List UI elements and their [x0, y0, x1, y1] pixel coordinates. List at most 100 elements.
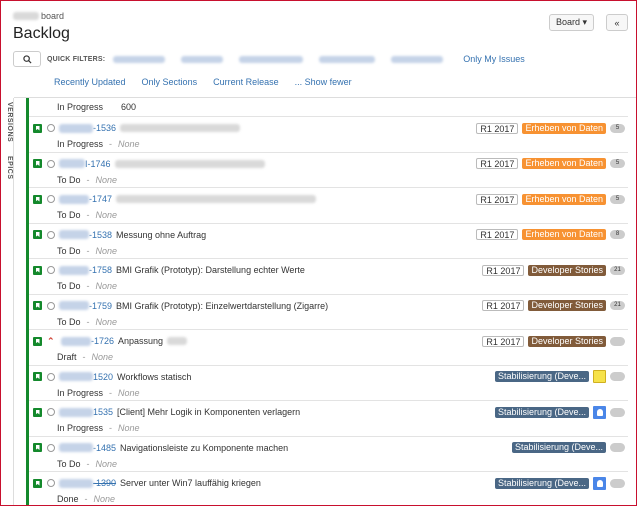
epic-label[interactable]: Developer Stories — [528, 264, 606, 276]
select-radio[interactable] — [47, 124, 55, 132]
issue-key-link[interactable]: -1485 — [59, 443, 116, 453]
issue-row[interactable]: -1747 R1 2017 Erheben von Daten 5 To Do - None — [29, 188, 628, 224]
select-radio[interactable] — [47, 372, 55, 381]
select-radio[interactable] — [47, 195, 55, 203]
story-points-badge — [610, 443, 625, 452]
redacted-summary — [114, 159, 265, 168]
epic-label[interactable]: Stabilisierung (Deve... — [494, 371, 589, 382]
issue-meta: R1 2017 Erheben von Daten 5 — [476, 193, 625, 205]
issue-row[interactable]: -1390 Server unter Win7 lauffähig kriegen… — [29, 472, 628, 505]
epic-label[interactable]: Erheben von Daten — [522, 158, 606, 169]
story-icon — [33, 301, 42, 310]
quick-filter-only-sections[interactable]: Only Sections — [142, 77, 198, 87]
issue-key-link[interactable]: 1535 — [59, 407, 113, 417]
issue-status: Draft — [57, 352, 77, 362]
quick-filter-redacted[interactable] — [319, 55, 376, 63]
issue-key-link[interactable]: -1390 — [59, 478, 116, 488]
issue-status: To Do — [57, 210, 81, 220]
breadcrumb-board[interactable]: board — [41, 11, 64, 21]
epic-label[interactable]: Stabilisierung (Deve... — [511, 442, 606, 453]
tab-versions[interactable]: VERSIONS — [2, 102, 13, 142]
issue-key-number: -1759 — [89, 300, 113, 311]
epic-label[interactable]: Stabilisierung (Deve... — [494, 477, 589, 489]
issue-key-link[interactable]: -1538 — [59, 230, 112, 240]
issue-summary: [Client] Mehr Logik in Komponenten verla… — [117, 407, 301, 417]
issue-assignee: None — [118, 387, 140, 398]
issue-summary: BMI Grafik (Prototyp): Darstellung echte… — [116, 265, 305, 275]
assignee-avatar — [593, 405, 606, 419]
issue-key-link[interactable]: -1747 — [59, 194, 112, 204]
quick-filter-redacted[interactable] — [113, 55, 166, 63]
select-radio[interactable] — [47, 479, 55, 487]
quick-filter-redacted[interactable] — [391, 55, 444, 63]
story-points-badge — [610, 478, 625, 488]
epic-label[interactable]: Erheben von Daten — [522, 193, 606, 205]
epic-label[interactable]: Stabilisierung (Deve... — [494, 406, 589, 418]
fix-version-badge: R1 2017 — [476, 193, 519, 205]
issue-row[interactable]: -1485 Navigationsleiste zu Komponente mac… — [29, 437, 628, 472]
issue-meta: R1 2017 Erheben von Daten 5 — [476, 122, 625, 134]
issue-key-number: I-1746 — [85, 158, 111, 169]
issue-row[interactable]: 1520 Workflows statisch Stabilisierung (De… — [29, 366, 628, 401]
issue-main-line: -1758 BMI Grafik (Prototyp): Darstellung … — [33, 264, 628, 276]
redacted-project-key — [59, 123, 93, 133]
story-icon — [33, 123, 42, 133]
issue-key-link[interactable]: 1520 — [59, 372, 113, 382]
select-radio[interactable] — [47, 266, 55, 274]
issue-summary: Navigationsleiste zu Komponente machen — [120, 442, 289, 453]
epic-label[interactable]: Erheben von Daten — [522, 229, 606, 240]
quick-filter-redacted[interactable] — [239, 55, 304, 63]
issue-row[interactable]: -1536 R1 2017 Erheben von Daten 5 In Progres… — [29, 117, 628, 153]
assignee-avatar — [593, 370, 606, 383]
assignee-avatar — [593, 476, 606, 490]
separator-dash: - — [86, 245, 90, 256]
issue-main-line: -1538 Messung ohne Auftrag R1 2017 Erheben … — [33, 229, 628, 241]
search-input[interactable] — [13, 51, 41, 67]
story-points-badge: 5 — [610, 194, 625, 204]
page-title: Backlog — [13, 25, 70, 42]
story-points-badge — [610, 336, 625, 346]
epic-label[interactable]: Erheben von Daten — [522, 122, 606, 134]
issue-row[interactable]: -1538 Messung ohne Auftrag R1 2017 Erheben … — [29, 224, 628, 259]
issue-key-link[interactable]: -1759 — [59, 301, 112, 311]
separator-dash: - — [84, 494, 88, 504]
issue-key-number: -1538 — [89, 229, 113, 240]
redacted-project-key — [59, 443, 93, 452]
issue-summary: Server unter Win7 lauffähig kriegen — [120, 478, 261, 488]
issue-key-link[interactable]: -1536 — [59, 123, 116, 133]
select-radio[interactable] — [47, 408, 55, 416]
quick-filter-only-my-issues[interactable]: Only My Issues — [463, 54, 525, 64]
collapse-header-button[interactable]: « — [606, 14, 628, 31]
issue-row[interactable]: 1535 [Client] Mehr Logik in Komponenten v… — [29, 401, 628, 437]
tab-epics[interactable]: EPICS — [2, 156, 13, 180]
issue-key-link[interactable]: -1758 — [59, 265, 112, 275]
epic-label[interactable]: Developer Stories — [528, 335, 606, 347]
select-radio[interactable] — [47, 443, 55, 452]
issue-sub-line: In Progress - None — [57, 139, 140, 149]
issue-key-number: -1758 — [89, 265, 113, 275]
issue-assignee: None — [95, 281, 118, 291]
issue-row[interactable]: -1758 BMI Grafik (Prototyp): Darstellung … — [29, 259, 628, 295]
epic-label[interactable]: Developer Stories — [528, 300, 606, 311]
select-radio[interactable] — [47, 159, 55, 168]
issue-row[interactable]: I-1746 R1 2017 Erheben von Daten 5 To Do - Non… — [29, 153, 628, 188]
issue-key-link[interactable]: -1726 — [61, 336, 114, 346]
quick-filter-redacted[interactable] — [181, 55, 224, 63]
issue-sub-line: Done - None — [57, 494, 115, 504]
select-radio[interactable] — [47, 301, 55, 310]
redacted-project-key — [61, 336, 91, 346]
issue-key-link[interactable]: I-1746 — [59, 159, 111, 169]
show-fewer-filters-link[interactable]: ... Show fewer — [295, 77, 352, 87]
issue-row[interactable]: -1759 BMI Grafik (Prototyp): Einzelwertda… — [29, 295, 628, 330]
quick-filter-current-release[interactable]: Current Release — [213, 77, 279, 87]
backlog-issue-list: In Progress 600 -1536 R1 2017 Erheben von … — [26, 98, 628, 505]
issue-assignee: None — [95, 458, 118, 469]
breadcrumb[interactable]: board — [13, 11, 628, 21]
issue-summary: Messung ohne Auftrag — [116, 229, 207, 240]
issue-meta: Stabilisierung (Deve... — [494, 405, 625, 419]
select-radio[interactable] — [47, 230, 55, 239]
quick-filter-recently-updated[interactable]: Recently Updated — [54, 77, 126, 87]
issue-row[interactable]: ⌃ -1726 Anpassung R1 2017 Developer Stories D… — [29, 330, 628, 366]
redacted-summary — [120, 124, 241, 132]
board-dropdown-button[interactable]: Board ▾ — [548, 14, 594, 31]
